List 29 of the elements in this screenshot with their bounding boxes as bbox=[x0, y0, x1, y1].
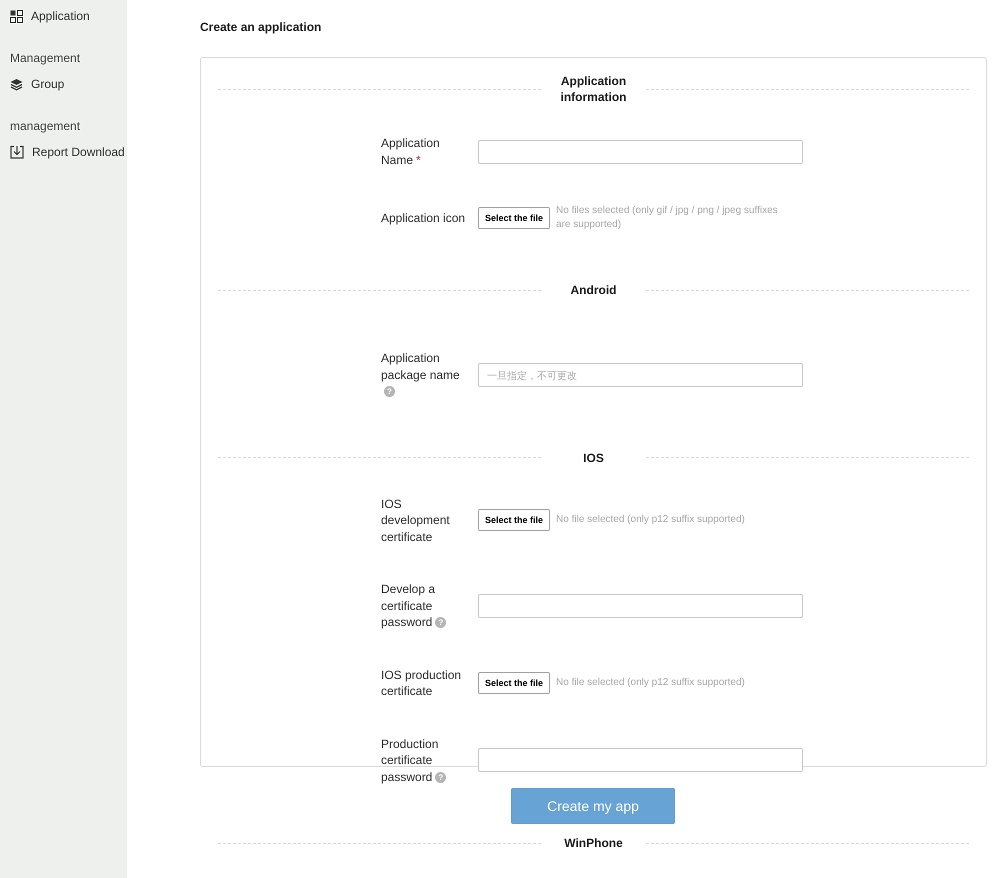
download-icon bbox=[10, 145, 24, 159]
select-file-button[interactable]: Select the file bbox=[478, 672, 550, 694]
layers-icon bbox=[10, 78, 23, 90]
text-field[interactable] bbox=[478, 594, 803, 618]
grid-icon bbox=[10, 10, 23, 22]
field-label: Application icon bbox=[381, 210, 466, 225]
sidebar-link[interactable]: Application bbox=[0, 5, 127, 27]
text-field[interactable] bbox=[478, 748, 803, 772]
section-title: Android bbox=[570, 282, 618, 298]
section-title: IOS bbox=[582, 450, 605, 466]
text-field[interactable]: 一旦指定，不可更改 bbox=[478, 362, 803, 387]
field-label: Application Name * bbox=[381, 136, 440, 166]
section-title: WinPhone bbox=[563, 835, 624, 851]
select-file-button[interactable]: Select the file bbox=[478, 207, 550, 229]
section-title: Application information bbox=[560, 73, 628, 105]
field-label: Develop a certificate password bbox=[381, 582, 436, 629]
sidebar-group-label: Management bbox=[9, 51, 82, 65]
field-label: IOS development certificate bbox=[381, 496, 450, 544]
file-status-text: No file selected (only p12 suffix supported) bbox=[556, 513, 746, 528]
file-status-text: No files selected (only gif / jpg / png / jpeg suffixes are supported) bbox=[556, 204, 779, 232]
sidebar-link[interactable]: Group bbox=[0, 73, 127, 95]
text-field[interactable] bbox=[478, 140, 803, 164]
select-file-button[interactable]: Select the file bbox=[478, 509, 550, 532]
page-title: Create an application bbox=[200, 20, 322, 34]
field-label: Application package name bbox=[381, 351, 460, 382]
sidebar-link[interactable]: Report Download bbox=[0, 141, 127, 163]
sidebar-group-label: management bbox=[9, 119, 82, 133]
field-label: IOS production certificate bbox=[381, 668, 462, 698]
file-status-text: No file selected (only p12 suffix supported) bbox=[556, 676, 746, 690]
